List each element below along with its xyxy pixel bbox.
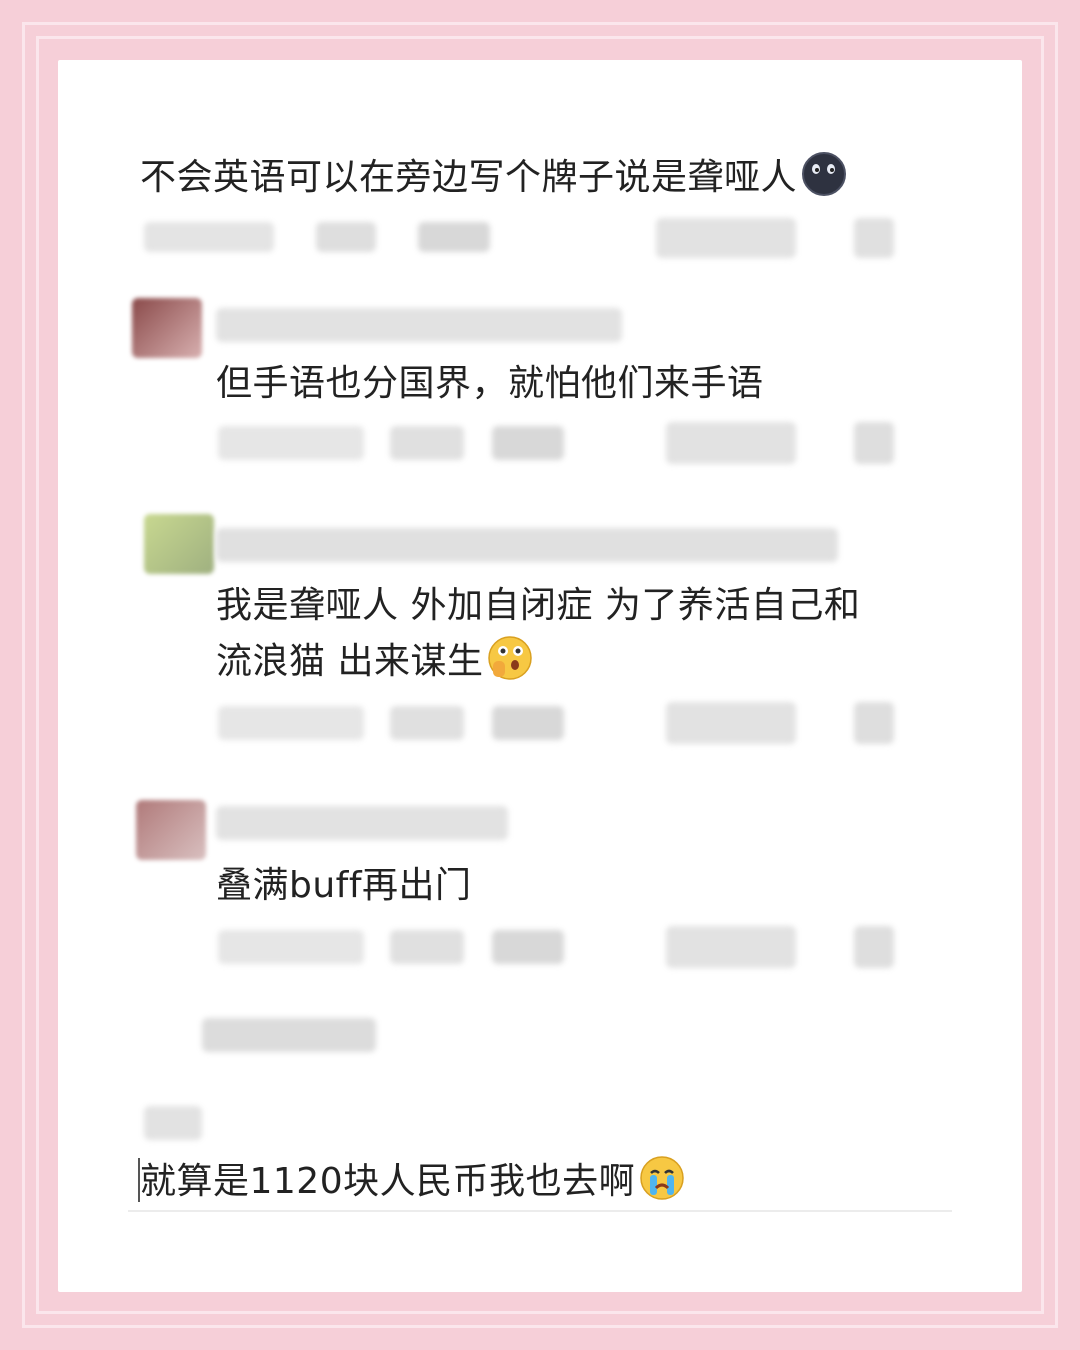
crying-face-emoji (640, 1156, 684, 1200)
input-underline (128, 1210, 952, 1212)
username-blurred[interactable] (216, 308, 622, 342)
reply-to-label-blurred (144, 1106, 202, 1140)
comment-card: 不会英语可以在旁边写个牌子说是聋哑人 但手语也分国界，就怕他们来手语 我是聋哑人… (58, 60, 1022, 1292)
username-blurred[interactable] (216, 806, 508, 840)
comment-4-text: 叠满buff再出门 (216, 865, 472, 906)
username-blurred[interactable] (216, 528, 838, 562)
comment-1-text: 不会英语可以在旁边写个牌子说是聋哑人 (140, 150, 847, 206)
comment-2-text: 但手语也分国界，就怕他们来手语 (216, 363, 764, 404)
expand-replies-blurred[interactable] (202, 1018, 376, 1052)
avatar[interactable] (144, 514, 214, 574)
comment-3-body-line-2: 流浪猫 出来谋生 (216, 641, 484, 682)
avatar[interactable] (132, 298, 202, 358)
comment-1-body: 不会英语可以在旁边写个牌子说是聋哑人 (140, 157, 798, 198)
comment-3-line-2: 流浪猫 出来谋生 (216, 634, 533, 690)
shushing-face-emoji (488, 636, 533, 680)
avatar[interactable] (136, 800, 206, 860)
reply-input[interactable]: 就算是1120块人民币我也去啊 (140, 1154, 685, 1210)
dark-moon-face-emoji (802, 152, 847, 196)
reply-input-text: 就算是1120块人民币我也去啊 (140, 1161, 636, 1202)
comment-3-line-1: 我是聋哑人 外加自闭症 为了养活自己和 (216, 585, 861, 626)
